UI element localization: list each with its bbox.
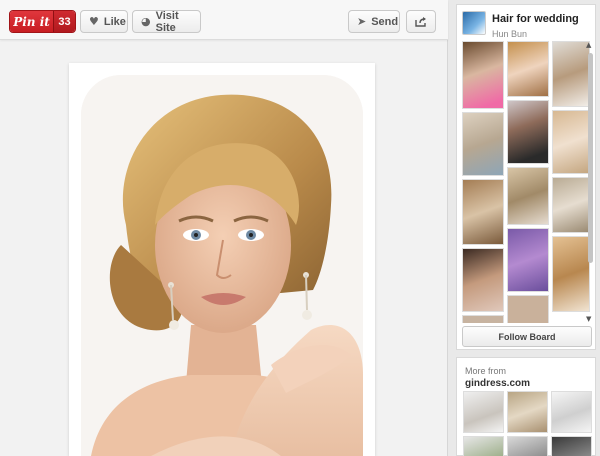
follow-board-button[interactable]: Follow Board bbox=[462, 326, 592, 347]
board-pin-thumb[interactable] bbox=[552, 110, 590, 174]
pin-it-label: Pin it bbox=[10, 11, 53, 32]
send-button[interactable]: ➤ Send bbox=[348, 10, 400, 33]
pin-it-button[interactable]: Pin it 33 bbox=[9, 10, 76, 33]
more-pin-thumb[interactable] bbox=[463, 436, 504, 456]
scroll-thumb[interactable] bbox=[588, 53, 593, 263]
more-pin-thumb[interactable] bbox=[551, 436, 592, 456]
board-pin-thumb[interactable] bbox=[462, 248, 504, 312]
board-scrollbar[interactable]: ▲ ▼ bbox=[586, 41, 593, 323]
share-button[interactable] bbox=[406, 10, 436, 33]
more-pin-thumb[interactable] bbox=[507, 391, 548, 433]
more-pin-thumb[interactable] bbox=[507, 436, 548, 456]
pin-main-column: Pin it 33 ♥ Like ◕ Visit Site ➤ Send bbox=[0, 0, 448, 456]
globe-icon: ◕ bbox=[141, 15, 151, 28]
sidebar: Hair for wedding Hun Bun ▲ ▼ Follow Boar… bbox=[449, 0, 600, 456]
board-title[interactable]: Hair for wedding bbox=[492, 13, 579, 25]
pin-card bbox=[69, 63, 375, 456]
board-pin-thumb[interactable] bbox=[462, 112, 504, 176]
board-pin-thumb[interactable] bbox=[507, 228, 549, 292]
visit-site-button[interactable]: ◕ Visit Site bbox=[132, 9, 201, 34]
board-pin-thumb[interactable] bbox=[507, 41, 549, 97]
board-pin-thumb[interactable] bbox=[507, 295, 549, 323]
board-owner[interactable]: Hun Bun bbox=[492, 29, 527, 39]
board-pin-thumb[interactable] bbox=[462, 315, 504, 323]
like-label: Like bbox=[103, 15, 126, 28]
like-button[interactable]: ♥ Like bbox=[80, 10, 128, 33]
board-pin-thumb[interactable] bbox=[507, 167, 549, 225]
more-pin-thumb[interactable] bbox=[463, 391, 504, 433]
board-pin-grid bbox=[462, 41, 590, 323]
board-pin-thumb[interactable] bbox=[507, 100, 549, 164]
board-pin-thumb[interactable] bbox=[552, 41, 590, 107]
bride-portrait-image bbox=[81, 75, 363, 456]
visit-site-label: Visit Site bbox=[155, 9, 179, 34]
board-pin-thumb[interactable] bbox=[552, 177, 590, 233]
send-label: Send bbox=[371, 15, 399, 28]
pin-image[interactable] bbox=[81, 75, 363, 456]
board-thumbnail[interactable] bbox=[462, 11, 486, 35]
send-icon: ➤ bbox=[357, 15, 367, 28]
more-pin-thumb[interactable] bbox=[551, 391, 592, 433]
board-pin-thumb[interactable] bbox=[462, 179, 504, 245]
board-pin-thumb[interactable] bbox=[462, 41, 504, 109]
pin-count: 33 bbox=[53, 11, 75, 32]
more-from-domain[interactable]: gindress.com bbox=[465, 378, 530, 389]
board-pin-thumb[interactable] bbox=[552, 236, 590, 312]
heart-icon: ♥ bbox=[89, 15, 99, 28]
board-panel: Hair for wedding Hun Bun ▲ ▼ Follow Boar… bbox=[456, 4, 596, 350]
share-icon bbox=[414, 17, 426, 27]
more-from-panel: More from gindress.com bbox=[456, 357, 596, 456]
pin-toolbar: Pin it 33 ♥ Like ◕ Visit Site ➤ Send bbox=[0, 0, 448, 40]
more-from-label: More from bbox=[465, 366, 507, 376]
scroll-up-icon[interactable]: ▲ bbox=[586, 41, 591, 49]
scroll-down-icon[interactable]: ▼ bbox=[586, 315, 591, 323]
